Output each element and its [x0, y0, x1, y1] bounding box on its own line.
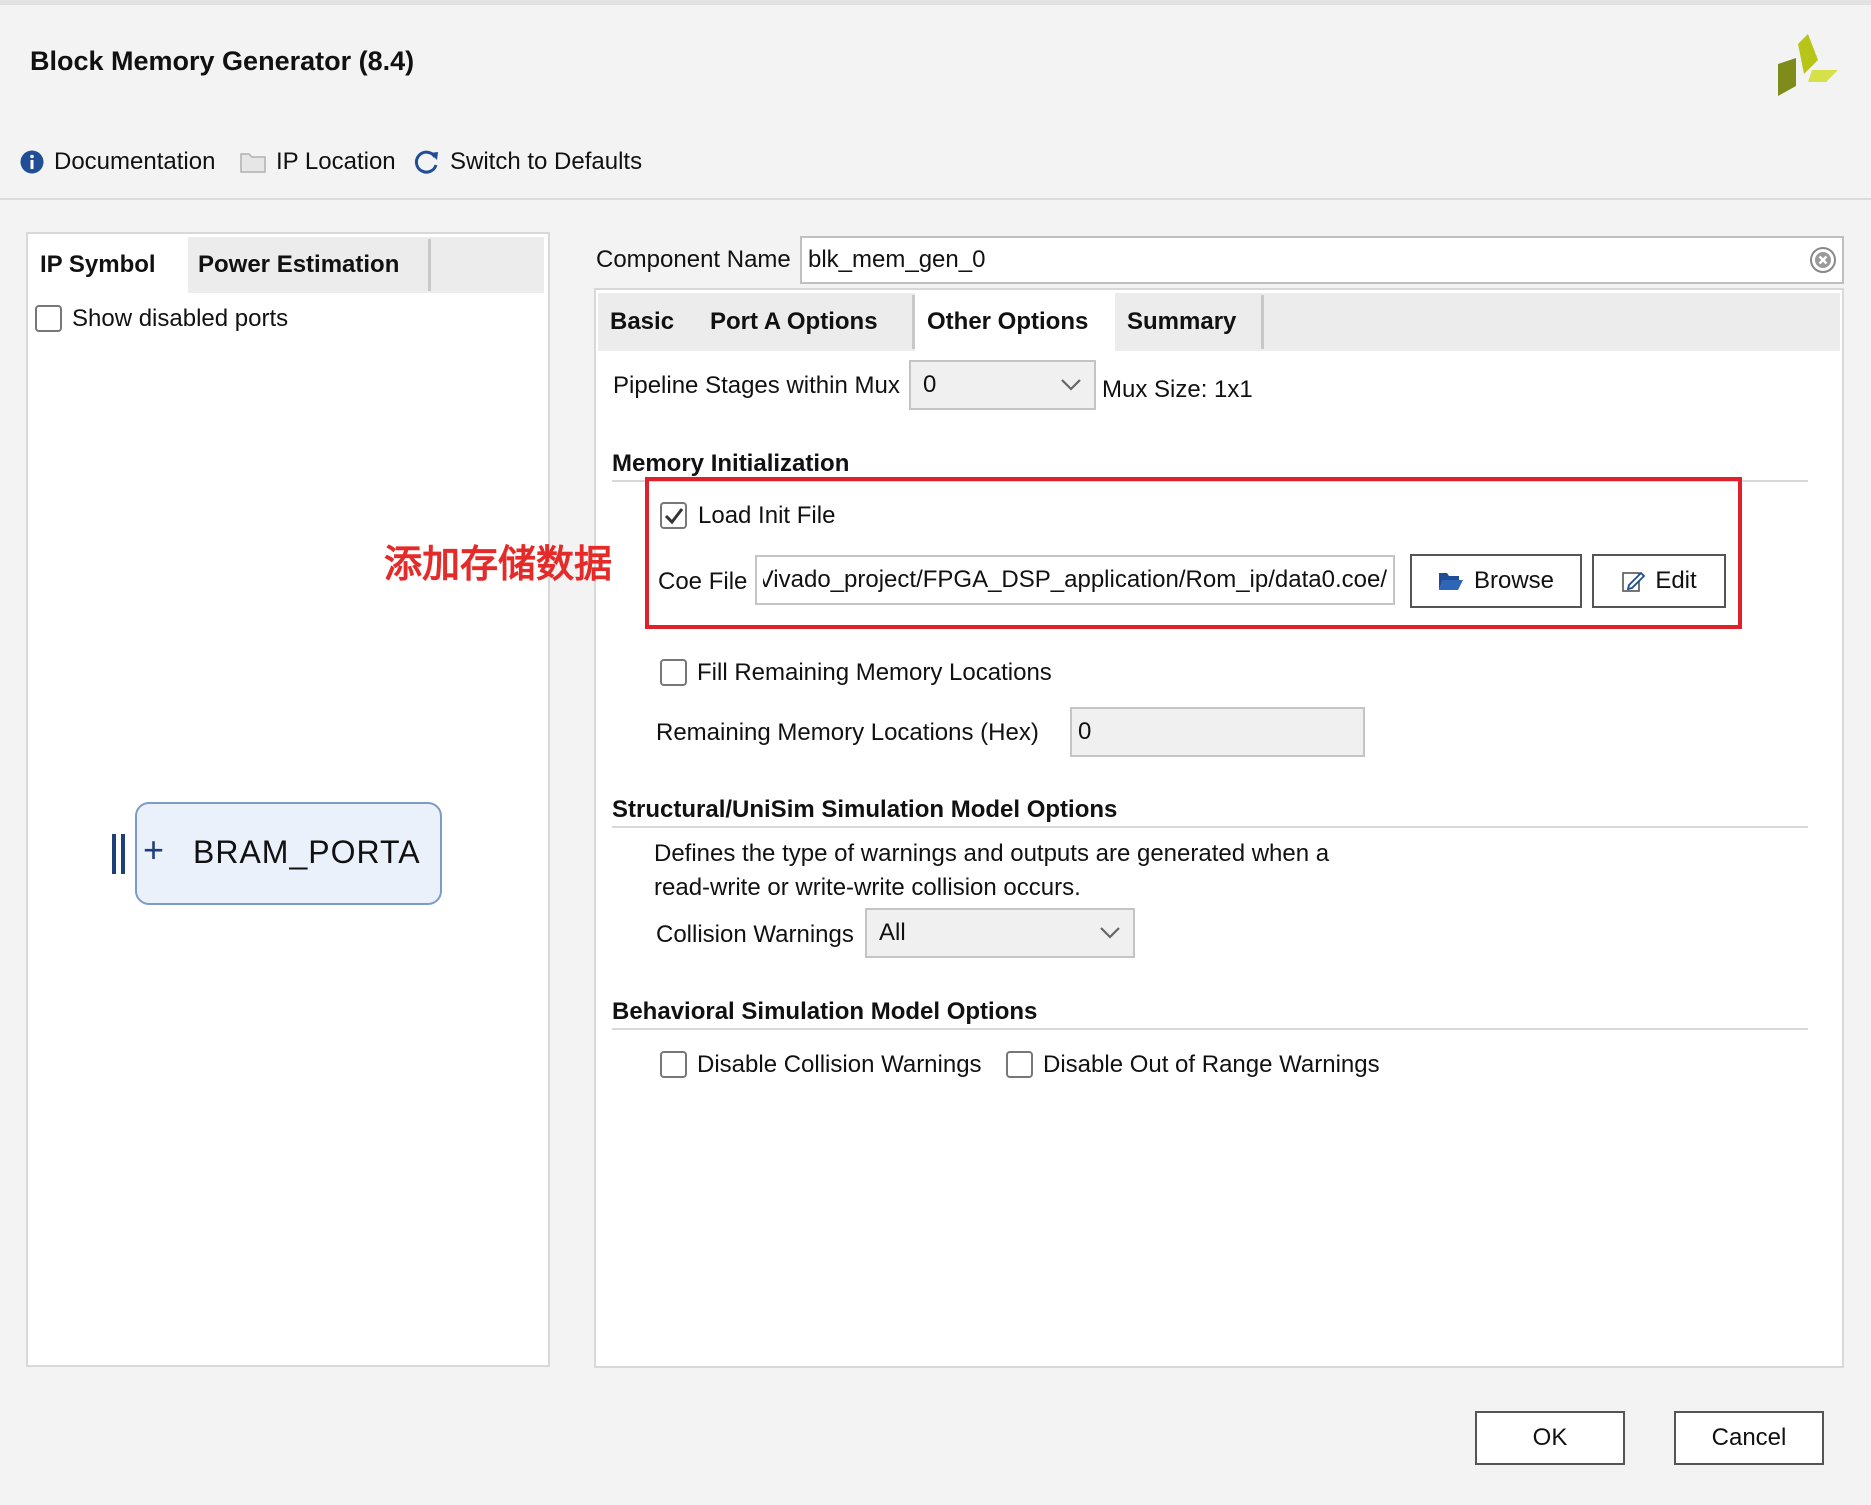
tab-other-options[interactable]: Other Options: [915, 293, 1115, 351]
switch-to-defaults-link[interactable]: Switch to Defaults: [414, 148, 642, 176]
remaining-locations-label: Remaining Memory Locations (Hex): [656, 719, 1039, 746]
open-folder-icon: [1438, 573, 1463, 590]
disable-collision-warnings-label: Disable Collision Warnings: [697, 1051, 982, 1078]
fill-remaining-label: Fill Remaining Memory Locations: [697, 659, 1052, 686]
remaining-locations-input[interactable]: 0: [1070, 707, 1365, 757]
info-icon: [20, 150, 44, 174]
pipeline-stages-label: Pipeline Stages within Mux: [613, 372, 900, 399]
disable-collision-warnings-checkbox[interactable]: [660, 1051, 687, 1078]
section-divider: [612, 1028, 1808, 1030]
disable-out-of-range-checkbox[interactable]: [1006, 1051, 1033, 1078]
tab-separator: [428, 239, 431, 291]
collision-warnings-select[interactable]: All: [865, 908, 1135, 958]
tab-separator: [1261, 295, 1264, 349]
left-panel: [26, 232, 550, 1367]
bram-porta-label: BRAM_PORTA: [193, 834, 421, 870]
pipeline-stages-select[interactable]: 0: [909, 360, 1096, 410]
tab-power-estimation[interactable]: Power Estimation: [188, 237, 428, 293]
bram-port-bars: [112, 834, 130, 874]
documentation-label: Documentation: [54, 148, 216, 175]
toolbar-divider: [0, 198, 1871, 200]
window-title: Block Memory Generator (8.4): [30, 46, 415, 76]
documentation-link[interactable]: Documentation: [20, 148, 215, 176]
collision-warnings-label: Collision Warnings: [656, 921, 854, 948]
behavioral-options-title: Behavioral Simulation Model Options: [612, 998, 1038, 1025]
component-name-input[interactable]: blk_mem_gen_0: [800, 236, 1844, 284]
edit-button[interactable]: Edit: [1592, 554, 1726, 608]
show-disabled-ports-checkbox[interactable]: [35, 305, 62, 332]
pipeline-stages-value: 0: [923, 371, 937, 398]
structural-description-line1: Defines the type of warnings and outputs…: [654, 840, 1330, 867]
clear-icon[interactable]: [1810, 247, 1836, 273]
structural-description-line2: read-write or write-write collision occu…: [654, 874, 1081, 901]
coe-file-input[interactable]: /Vivado_project/FPGA_DSP_application/Rom…: [755, 555, 1395, 605]
section-divider: [612, 826, 1808, 828]
browse-button[interactable]: Browse: [1410, 554, 1582, 608]
window-top-edge: [0, 0, 1871, 5]
checkmark-icon: [664, 507, 683, 524]
tab-port-a-options[interactable]: Port A Options: [698, 293, 912, 351]
browse-label: Browse: [1473, 567, 1555, 594]
load-init-file-label: Load Init File: [698, 502, 836, 529]
memory-initialization-title: Memory Initialization: [612, 450, 850, 477]
collision-warnings-value: All: [879, 919, 906, 946]
tab-basic[interactable]: Basic: [598, 293, 698, 351]
ip-location-label: IP Location: [276, 148, 396, 175]
mux-size-label: Mux Size: 1x1: [1102, 376, 1253, 403]
structural-options-title: Structural/UniSim Simulation Model Optio…: [612, 796, 1118, 823]
annotation-text: 添加存储数据: [384, 542, 613, 586]
chevron-down-icon: [1100, 927, 1120, 939]
ok-button[interactable]: OK: [1475, 1411, 1625, 1465]
switch-defaults-label: Switch to Defaults: [450, 148, 643, 175]
load-init-file-checkbox[interactable]: [660, 502, 687, 529]
tab-ip-symbol[interactable]: IP Symbol: [30, 237, 188, 293]
show-disabled-ports-label: Show disabled ports: [72, 305, 289, 332]
xilinx-logo-icon: [1778, 34, 1838, 96]
refresh-icon: [414, 150, 438, 174]
disable-out-of-range-label: Disable Out of Range Warnings: [1043, 1051, 1380, 1078]
cancel-button[interactable]: Cancel: [1674, 1411, 1824, 1465]
tab-summary[interactable]: Summary: [1115, 293, 1261, 351]
expand-plus-icon[interactable]: +: [143, 832, 164, 868]
coe-file-label: Coe File: [658, 568, 748, 595]
coe-file-value: /Vivado_project/FPGA_DSP_application/Rom…: [763, 566, 1387, 593]
ip-location-link[interactable]: IP Location: [240, 148, 396, 176]
edit-label: Edit: [1655, 567, 1697, 594]
fill-remaining-checkbox[interactable]: [660, 659, 687, 686]
chevron-down-icon: [1061, 379, 1081, 391]
edit-pencil-icon: [1622, 571, 1646, 592]
folder-icon: [240, 153, 266, 173]
component-name-label: Component Name: [596, 246, 791, 273]
